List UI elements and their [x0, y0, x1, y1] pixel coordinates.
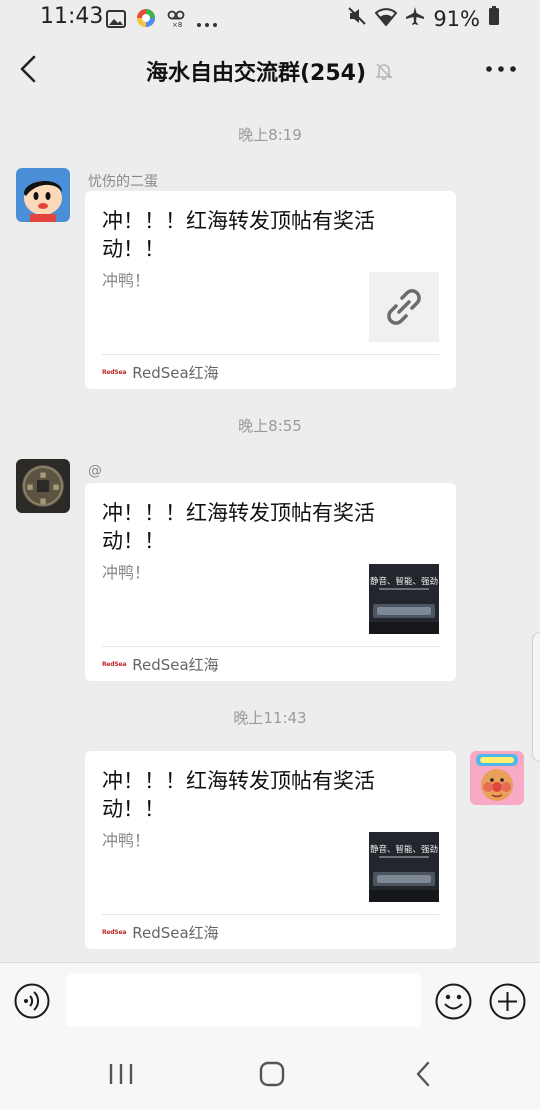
redsea-logo: RedSea: [102, 369, 127, 376]
divider: [102, 646, 439, 647]
system-navigation-bar: [0, 1038, 540, 1110]
thumb-text: 静音、智能、强劲: [370, 844, 438, 855]
chat-header: 海水自由交流群(254): [0, 36, 540, 102]
more-dots-icon: [196, 9, 218, 33]
mute-icon: [347, 6, 367, 31]
card-source: RedSea RedSea红海: [102, 654, 219, 675]
svg-text:■: ■: [27, 483, 34, 491]
status-bar: 11:43 ×8 91%: [0, 0, 540, 36]
message-input[interactable]: [66, 974, 421, 1027]
source-name: RedSea红海: [132, 924, 219, 942]
airplane-icon: [405, 6, 425, 31]
more-functions-button[interactable]: [489, 983, 526, 1020]
source-name: RedSea红海: [132, 656, 219, 674]
card-description: 冲鸭！: [102, 563, 151, 582]
status-right-icons: 91%: [347, 6, 500, 31]
status-time: 11:43: [40, 4, 104, 29]
recent-apps-button[interactable]: [108, 1060, 134, 1092]
home-button[interactable]: [258, 1060, 286, 1092]
system-back-button[interactable]: [412, 1060, 436, 1092]
card-title: 冲！！！红海转发顶帖有奖活动！！: [102, 209, 375, 261]
redsea-logo: RedSea: [102, 929, 127, 936]
link-card[interactable]: 冲！！！红海转发顶帖有奖活动！！ 冲鸭！ RedSea RedSea红海: [85, 191, 456, 389]
card-description: 冲鸭！: [102, 271, 151, 290]
link-card[interactable]: 冲！！！红海转发顶帖有奖活动！！ 冲鸭！ 静音、智能、强劲 RedSea Red…: [85, 751, 456, 949]
smiley-icon: [435, 983, 472, 1020]
message-timestamp: 晚上8:19: [238, 126, 302, 144]
app-icon: [136, 8, 156, 33]
voice-input-button[interactable]: [14, 983, 50, 1019]
voice-icon: [14, 983, 50, 1019]
chat-title-area: 海水自由交流群(254): [0, 55, 540, 87]
svg-text:■: ■: [53, 483, 60, 491]
source-name: RedSea红海: [132, 364, 219, 382]
status-left-icons: ×8: [106, 8, 218, 33]
product-image: 静音、智能、强劲: [369, 564, 439, 634]
recents-icon: [109, 1064, 133, 1084]
card-source: RedSea RedSea红海: [102, 922, 219, 943]
card-thumbnail: [369, 272, 439, 342]
svg-text:■: ■: [40, 471, 47, 479]
message-list[interactable]: 晚上8:19 忧伤的二蛋 冲！！！红海转发顶帖有奖活动！！ 冲鸭！ RedSea…: [0, 102, 540, 962]
card-title: 冲！！！红海转发顶帖有奖活动！！: [102, 769, 375, 821]
sender-name: 忧伤的二蛋: [88, 174, 158, 190]
card-title: 冲！！！红海转发顶帖有奖活动！！: [102, 501, 375, 553]
chevron-left-icon: [416, 1061, 430, 1087]
redsea-logo: RedSea: [102, 661, 127, 668]
message-timestamp: 晚上8:55: [238, 417, 302, 435]
product-image: 静音、智能、强劲: [369, 832, 439, 902]
divider: [102, 914, 439, 915]
home-icon: [259, 1061, 285, 1087]
link-card[interactable]: 冲！！！红海转发顶帖有奖活动！！ 冲鸭！ 静音、智能、强劲 RedSea Red…: [85, 483, 456, 681]
wifi-icon: [374, 7, 398, 31]
message-timestamp: 晚上11:43: [233, 709, 307, 727]
divider: [102, 354, 439, 355]
plus-icon: [489, 983, 526, 1020]
sender-name: @: [88, 463, 102, 479]
card-description: 冲鸭！: [102, 831, 151, 850]
avatar[interactable]: [470, 751, 524, 805]
battery-icon: [488, 6, 500, 31]
link-icon: [387, 289, 421, 325]
card-source: RedSea RedSea红海: [102, 362, 219, 383]
avatar[interactable]: [16, 168, 70, 222]
svg-text:■: ■: [40, 497, 47, 505]
scrollbar[interactable]: [532, 632, 540, 762]
bell-off-icon: [375, 63, 393, 80]
svg-text:×8: ×8: [172, 21, 182, 28]
more-options-button[interactable]: [484, 54, 518, 84]
voicemail-icon: ×8: [166, 8, 186, 33]
more-dots-icon: [486, 66, 516, 72]
thumb-text: 静音、智能、强劲: [370, 576, 438, 587]
image-icon: [106, 9, 126, 33]
input-bar: [0, 962, 540, 1038]
emoji-button[interactable]: [435, 983, 472, 1020]
page-title: 海水自由交流群(254): [145, 61, 367, 86]
battery-percent: 91%: [433, 6, 480, 31]
avatar[interactable]: ■ ■ ■ ■: [16, 459, 70, 513]
